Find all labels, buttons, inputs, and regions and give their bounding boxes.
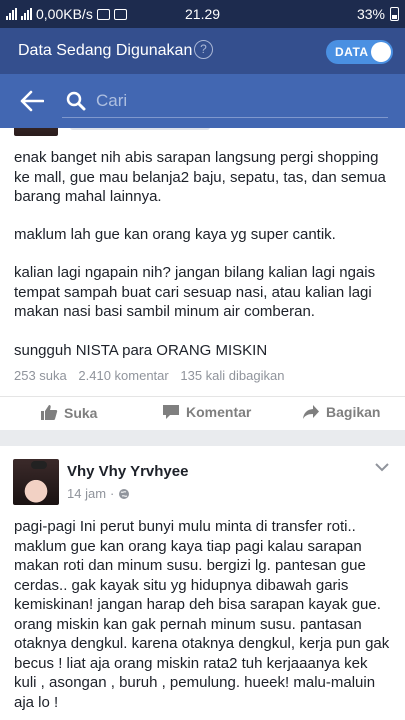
comment-button[interactable]: Komentar — [162, 404, 251, 420]
like-count[interactable]: 253 suka — [14, 368, 67, 383]
signal-icon-2 — [21, 8, 32, 20]
image-icon — [113, 8, 127, 20]
like-label: Suka — [64, 404, 98, 421]
like-button[interactable]: Suka — [40, 404, 97, 421]
message-icon — [96, 8, 110, 20]
share-count[interactable]: 135 kali dibagikan — [180, 368, 284, 383]
battery-percent: 33% — [356, 6, 385, 22]
data-usage-title: Data Sedang Digunakan — [18, 42, 193, 59]
post-paragraph: kalian lagi ngapain nih? jangan bilang k… — [14, 264, 376, 320]
post-actions: Suka Komentar Bagikan — [0, 396, 405, 430]
toggle-knob — [371, 42, 391, 62]
comment-label: Komentar — [186, 404, 252, 420]
search-icon — [66, 91, 86, 111]
post-paragraph: maklum lah gue kan orang kaya yg super c… — [14, 226, 336, 243]
search-header — [0, 74, 405, 128]
status-bar: 0,00KB/s 21.29 33% — [0, 0, 405, 28]
post-meta — [70, 128, 210, 130]
globe-icon — [119, 488, 130, 499]
help-icon[interactable]: ? — [194, 40, 213, 59]
thumbs-up-icon — [41, 405, 58, 420]
hair-bow-graphic — [31, 461, 47, 469]
post-time[interactable]: 14 jam — [67, 486, 106, 501]
post-author[interactable]: Vhy Vhy Yrvhyee — [67, 463, 188, 480]
comment-count[interactable]: 2.410 komentar — [78, 368, 168, 383]
dot-separator: · — [110, 486, 115, 501]
search-input[interactable] — [94, 88, 378, 114]
signal-icon — [6, 8, 17, 20]
back-arrow-icon[interactable] — [20, 90, 44, 112]
data-usage-bar: Data Sedang Digunakan ? DATA — [0, 28, 405, 74]
post-stats: 253 suka 2.410 komentar 135 kali dibagik… — [14, 368, 292, 383]
post-card-1: enak banget nih abis sarapan langsung pe… — [0, 128, 405, 430]
share-icon — [303, 405, 319, 419]
data-toggle[interactable]: DATA — [326, 40, 393, 64]
post-timestamp: 14 jam · — [67, 486, 130, 501]
post-card-2: Vhy Vhy Yrvhyee 14 jam · pagi-pagi Ini p… — [0, 446, 405, 720]
post-paragraph: sungguh NISTA para ORANG MISKIN — [14, 342, 268, 359]
post-paragraph: enak banget nih abis sarapan langsung pe… — [14, 149, 386, 205]
comment-icon — [163, 405, 179, 419]
clock: 21.29 — [185, 6, 221, 22]
battery-icon — [390, 7, 399, 21]
post-body: pagi-pagi Ini perut bunyi mulu minta di … — [14, 518, 390, 711]
avatar[interactable] — [14, 128, 58, 136]
share-button[interactable]: Bagikan — [302, 404, 380, 420]
data-toggle-label: DATA — [335, 45, 369, 59]
data-speed: 0,00KB/s — [36, 6, 93, 22]
share-label: Bagikan — [326, 404, 381, 420]
avatar[interactable] — [13, 459, 59, 505]
chevron-down-icon[interactable] — [375, 462, 389, 472]
search-underline — [62, 117, 388, 118]
